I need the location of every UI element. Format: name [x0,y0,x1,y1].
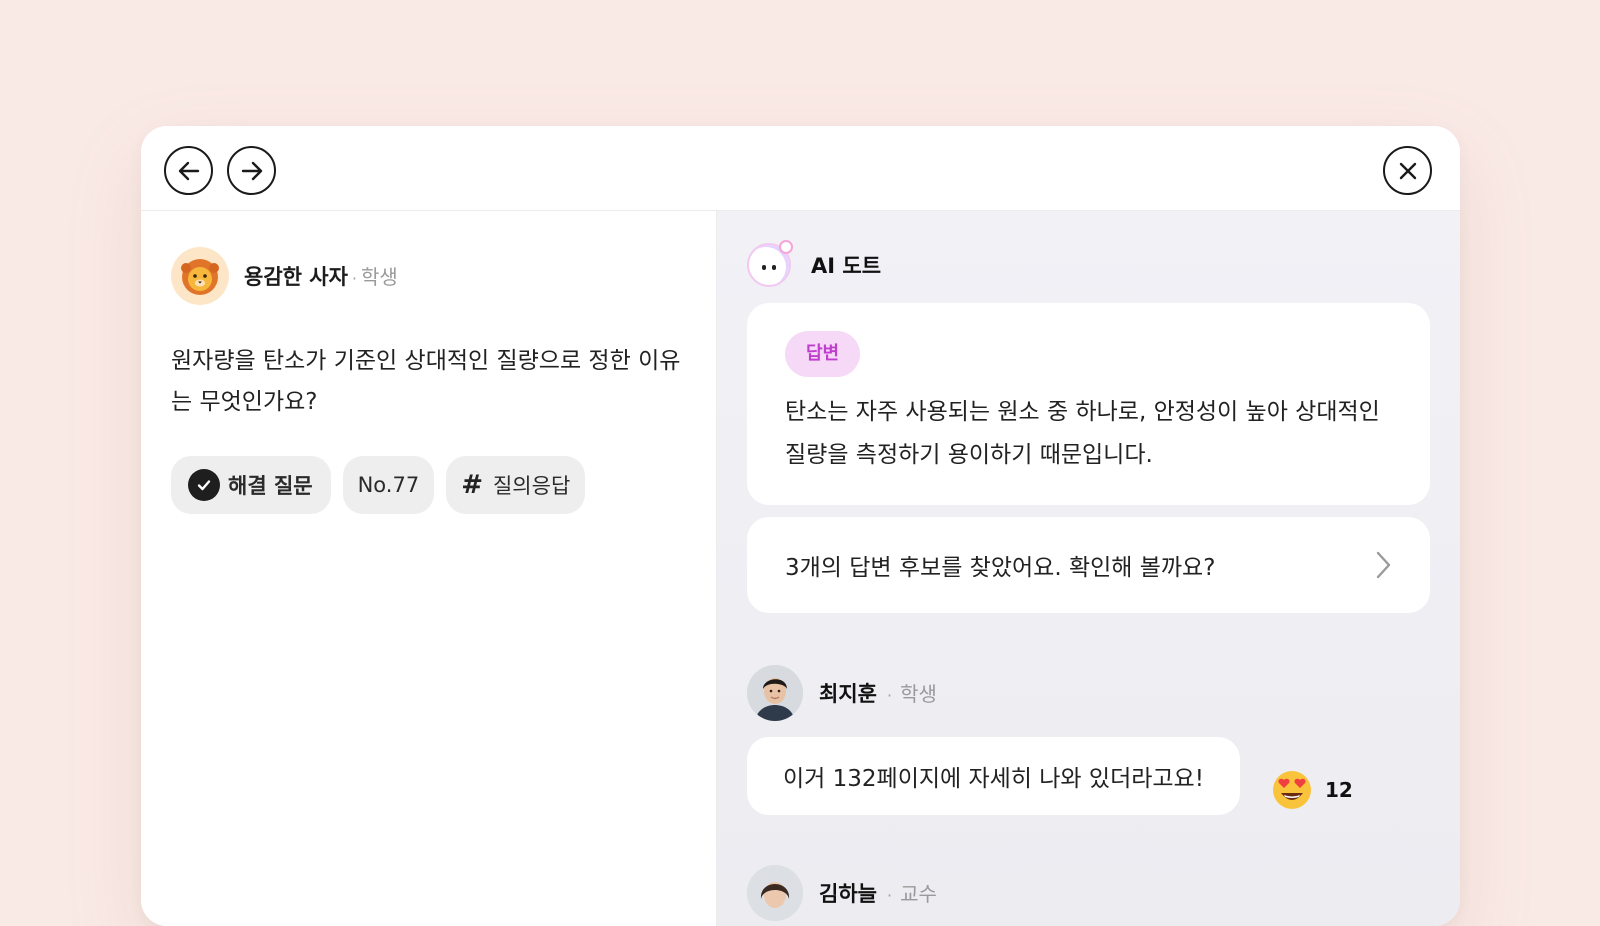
reaction-button[interactable]: 12 [1271,769,1353,811]
heart-eyes-emoji-icon [1273,771,1311,809]
top-bar [141,126,1460,211]
question-text: 원자량을 탄소가 기준인 상대적인 질량으로 정한 이유는 무엇인가요? [171,348,681,415]
reply-author: 최지훈 · 학생 [819,678,937,708]
reply-author-role: 학생 [900,682,937,706]
author-role: 학생 [361,265,398,289]
arrow-left-icon [178,161,199,180]
ai-bot-avatar-icon [747,240,793,287]
reply-message: 이거 132페이지에 자세히 나와 있더라고요! [747,737,1240,815]
ai-answer-text: 탄소는 자주 사용되는 원소 중 하나로, 안정성이 높아 상대적인 질량을 측… [785,399,1380,468]
separator-dot: · [886,886,893,905]
qa-window: 용감한 사자 · 학생 원자량을 탄소가 기준인 상대적인 질량으로 정한 이유는 … [141,126,1460,926]
separator-dot: · [351,269,358,288]
answer-panel: AI 도트 답변 탄소는 자주 사용되는 원소 중 하나로, 안정성이 높아 상… [717,211,1460,926]
number-tag-label: No.77 [357,473,420,497]
answer-badge: 답변 [785,331,861,377]
ai-name: AI 도트 [811,254,882,278]
reply-header: 최지훈 · 학생 [747,665,937,721]
reply-author-name: 최지훈 [819,682,877,706]
answer-candidates-button[interactable]: 3개의 답변 후보를 찾았어요. 확인해 볼까요? [747,517,1430,613]
reply-author-role-2: 교수 [900,882,937,906]
category-tag-label: 질의응답 [492,474,571,498]
close-button[interactable] [1383,146,1432,195]
separator-dot: · [886,686,893,705]
author-name: 용감한 사자 [244,265,348,289]
resolved-tag[interactable]: 해결 질문 [171,456,331,514]
close-icon [1399,162,1416,179]
ai-answer-card: 답변 탄소는 자주 사용되는 원소 중 하나로, 안정성이 높아 상대적인 질량… [747,303,1430,505]
lion-avatar [171,247,229,305]
reply-author-2: 김하늘 · 교수 [819,878,937,908]
chevron-right-icon [1376,551,1391,579]
back-button[interactable] [164,146,213,195]
reaction-count: 12 [1325,778,1353,802]
number-tag[interactable]: No.77 [342,456,435,514]
question-tags: 해결 질문 No.77 # 질의응답 [171,456,586,514]
category-tag[interactable]: # 질의응답 [446,456,586,514]
question-author: 용감한 사자 · 학생 [244,261,398,291]
reply-author-name-2: 김하늘 [819,882,877,906]
question-panel: 용감한 사자 · 학생 원자량을 탄소가 기준인 상대적인 질량으로 정한 이유는 … [141,211,717,926]
lion-icon [181,259,219,295]
resolved-tag-label: 해결 질문 [228,474,313,498]
user-photo-avatar [747,665,803,721]
forward-button[interactable] [227,146,276,195]
hash-icon: # [461,470,483,500]
ai-header: AI 도트 [747,240,882,287]
candidates-text: 3개의 답변 후보를 찾았어요. 확인해 볼까요? [785,555,1216,581]
user-photo-avatar-2 [747,865,803,921]
check-icon [188,469,220,501]
reply-header-2: 김하늘 · 교수 [747,865,937,921]
arrow-right-icon [241,161,262,180]
